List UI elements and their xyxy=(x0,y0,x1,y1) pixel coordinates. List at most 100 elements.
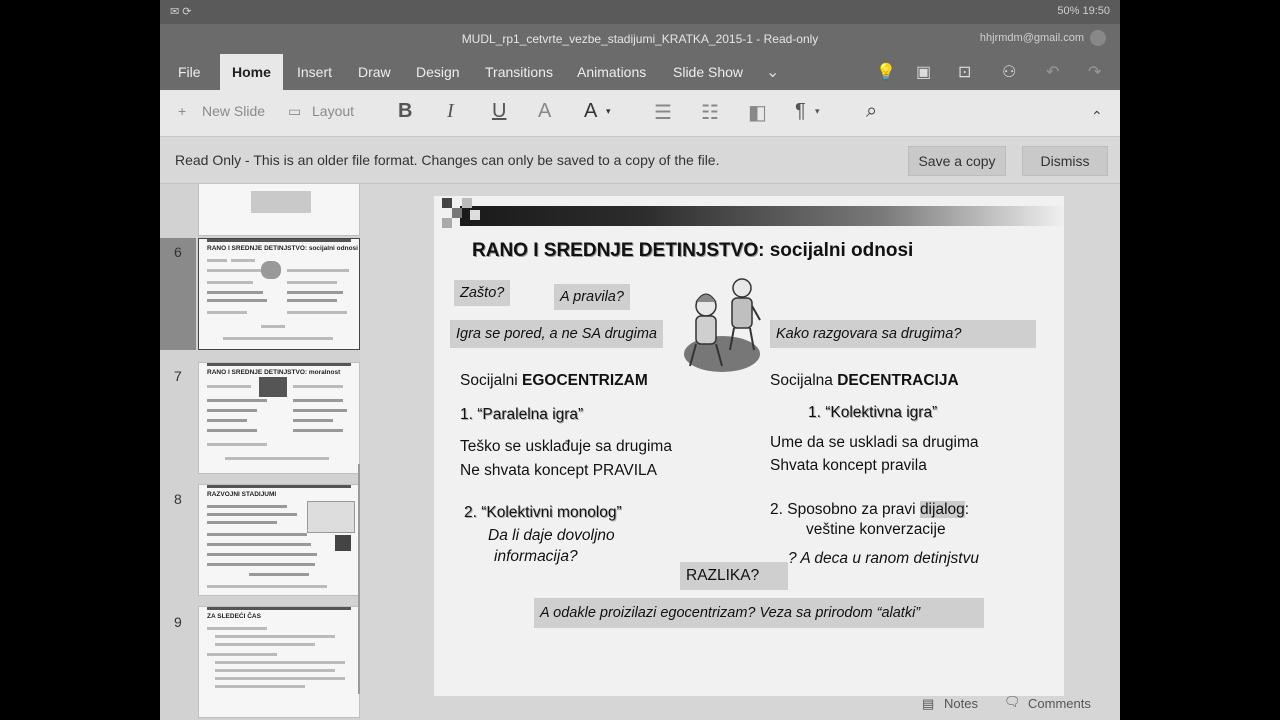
tab-animations[interactable]: Animations xyxy=(577,64,646,80)
slide-title: RANO I SREDNJE DETINJSTVO: socijalni odn… xyxy=(472,240,913,262)
right-line3: veštine konverzacije xyxy=(806,521,946,538)
decor-square xyxy=(470,210,480,220)
left-item2: 2. “Kolektivni monolog” xyxy=(464,504,622,521)
right-item2-prefix: 2. Sposobno za pravi xyxy=(770,501,920,518)
left-heading-bold: EGOCENTRIZAM xyxy=(522,372,648,389)
font-color-dropdown-icon[interactable]: ▾ xyxy=(606,106,611,117)
tab-draw[interactable]: Draw xyxy=(358,64,391,80)
left-line1: Teško se usklađuje sa drugima xyxy=(460,438,672,455)
right-item2: 2. Sposobno za pravi dijalog: xyxy=(770,501,969,519)
slide-thumbnail-6[interactable]: RANO I SREDNJE DETINJSTVO: socijalni odn… xyxy=(198,238,360,350)
right-line1: Ume da se uskladi sa drugima xyxy=(770,434,979,451)
app-screen: ✉ ⟳ 50% 19:50 MUDL_rp1_cetvrte_vezbe_sta… xyxy=(160,0,1120,720)
right-item2-highlight: dijalog xyxy=(919,501,965,518)
current-slide[interactable]: RANO I SREDNJE DETINJSTVO: socijalni odn… xyxy=(434,196,1064,696)
slide-header-gradient xyxy=(460,206,1064,226)
layout-button[interactable]: Layout xyxy=(312,103,354,119)
status-bottom-bar: ▤ Notes 🗨 Comments xyxy=(920,692,1120,720)
battery-level: 50% xyxy=(1057,5,1080,17)
razlika-box: RAZLIKA? xyxy=(680,562,788,590)
left-heading: Socijalni EGOCENTRIZAM xyxy=(460,372,648,390)
decor-square xyxy=(442,218,452,228)
status-right: 50% 19:50 xyxy=(1057,5,1110,17)
undo-icon[interactable]: ↶ xyxy=(1046,62,1059,82)
slide-number-7: 7 xyxy=(174,368,182,384)
tab-slide-show[interactable]: Slide Show xyxy=(673,64,743,80)
present-icon[interactable]: ⊡ xyxy=(958,62,971,82)
clock: 19:50 xyxy=(1082,5,1110,17)
font-a-button[interactable]: A xyxy=(538,100,551,123)
right-heading-bold: DECENTRACIJA xyxy=(837,372,959,389)
comments-button[interactable]: Comments xyxy=(1028,696,1091,711)
new-slide-button[interactable]: New Slide xyxy=(202,103,265,119)
infobar-message: Read Only - This is an older file format… xyxy=(175,152,720,168)
left-line2: Ne shvata koncept PRAVILA xyxy=(460,462,658,479)
right-line2: Shvata koncept pravila xyxy=(770,457,927,474)
read-only-infobar: Read Only - This is an older file format… xyxy=(160,137,1120,184)
tab-insert[interactable]: Insert xyxy=(297,64,332,80)
kako-razgovara-box: Kako razgovara sa drugima? xyxy=(770,320,1036,348)
account-avatar-icon[interactable] xyxy=(1090,30,1106,46)
slide-number-8: 8 xyxy=(174,491,182,507)
dismiss-button[interactable]: Dismiss xyxy=(1022,146,1108,176)
bold-button[interactable]: B xyxy=(398,100,412,123)
document-title: MUDL_rp1_cetvrte_vezbe_stadijumi_KRATKA_… xyxy=(461,32,819,46)
underline-button[interactable]: U xyxy=(492,100,506,123)
ribbon-toolbar: + New Slide ▭ Layout B I U A A ▾ ☰ ☷ ◧ ¶… xyxy=(160,90,1120,137)
shapes-icon[interactable]: ◧ xyxy=(748,100,767,125)
device-status-bar: ✉ ⟳ 50% 19:50 xyxy=(160,0,1120,24)
save-icon[interactable]: ▣ xyxy=(916,62,931,82)
new-slide-plus-icon: + xyxy=(178,103,187,119)
collapse-ribbon-icon[interactable]: ⌃ xyxy=(1091,108,1103,125)
italic-button[interactable]: I xyxy=(447,100,454,123)
left-note2: informacija? xyxy=(494,548,578,565)
save-copy-button[interactable]: Save a copy xyxy=(908,146,1006,176)
a-pravila-box: A pravila? xyxy=(554,284,630,310)
zasto-box: Zašto? xyxy=(454,280,511,306)
lightbulb-icon[interactable]: 💡 xyxy=(876,62,896,82)
slide-number-9: 9 xyxy=(174,614,182,630)
tab-home[interactable]: Home xyxy=(220,54,283,90)
children-clipart xyxy=(684,278,761,372)
slide-thumbnail-8[interactable]: RAZVOJNI STADIJUMI xyxy=(198,484,360,596)
share-person-icon[interactable]: ⚇ xyxy=(1002,62,1016,82)
tab-transitions[interactable]: Transitions xyxy=(485,64,553,80)
bottom-question-box: A odakle proizilazi egocentrizam? Veza s… xyxy=(534,598,984,628)
slide-thumbnail-5[interactable] xyxy=(198,184,360,236)
notification-icons: ✉ ⟳ xyxy=(170,6,192,18)
decor-square xyxy=(462,198,472,208)
slide-number-6: 6 xyxy=(174,244,182,260)
layout-icon: ▭ xyxy=(288,103,302,119)
right-heading: Socijalna DECENTRACIJA xyxy=(770,372,959,390)
notes-icon[interactable]: ▤ xyxy=(922,696,934,712)
font-color-button[interactable]: A xyxy=(584,100,597,123)
slide-title-bold: RANO I SREDNJE DETINJSTVO xyxy=(472,240,759,261)
slide-title-rest: : socijalni odnosi xyxy=(758,240,914,261)
slide-thumbnails-pane: 6 RANO I SREDNJE DETINJSTVO: socijalni o… xyxy=(160,184,360,720)
chevron-down-icon[interactable]: ⌄ xyxy=(766,62,779,82)
thumbnail-title: RANO I SREDNJE DETINJSTVO: moralnost xyxy=(207,369,341,376)
comments-icon[interactable]: 🗨 xyxy=(1004,694,1021,710)
igra-se-pored-box: Igra se pored, a ne SA drugima xyxy=(450,320,663,348)
right-item1: 1. “Kolektivna igra” xyxy=(808,404,938,421)
slide-thumbnail-9[interactable]: ZA SLEDEĆI ČAS xyxy=(198,606,360,718)
title-bar: MUDL_rp1_cetvrte_vezbe_stadijumi_KRATKA_… xyxy=(160,24,1120,54)
thumbnail-title: ZA SLEDEĆI ČAS xyxy=(207,613,261,620)
tab-design[interactable]: Design xyxy=(416,64,460,80)
left-item1: 1. “Paralelna igra” xyxy=(460,406,584,423)
paragraph-icon[interactable]: ¶ xyxy=(795,100,806,123)
left-heading-prefix: Socijalni xyxy=(460,372,523,389)
tab-file[interactable]: File xyxy=(178,64,201,80)
paragraph-dropdown-icon[interactable]: ▾ xyxy=(815,106,820,117)
numbering-icon[interactable]: ☷ xyxy=(701,100,719,125)
bullets-icon[interactable]: ☰ xyxy=(654,100,672,125)
right-heading-prefix: Socijalna xyxy=(770,372,838,389)
thumbnail-title: RAZVOJNI STADIJUMI xyxy=(207,491,277,498)
account-email[interactable]: hhjrmdm@gmail.com xyxy=(980,32,1084,44)
slide-thumbnail-7[interactable]: RANO I SREDNJE DETINJSTVO: moralnost xyxy=(198,362,360,474)
redo-icon[interactable]: ↷ xyxy=(1088,62,1101,82)
right-item2-suffix: : xyxy=(964,501,970,518)
search-icon[interactable]: ⌕ xyxy=(866,100,877,123)
notes-button[interactable]: Notes xyxy=(944,696,978,711)
right-question: ? A deca u ranom detinjstvu xyxy=(788,550,979,567)
